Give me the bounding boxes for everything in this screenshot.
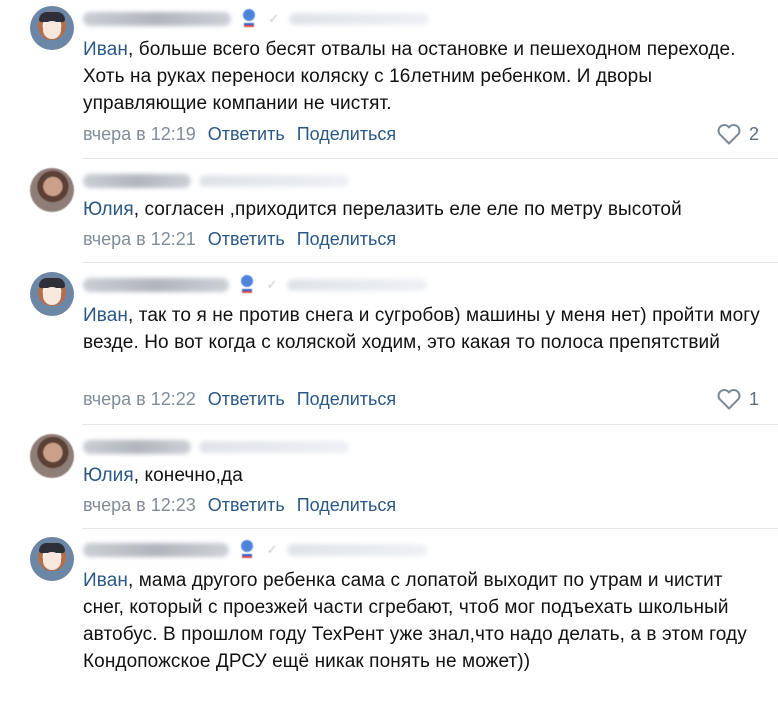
comment-body: , так то я не против снега и сугробов) м… — [83, 305, 760, 353]
comment-date[interactable]: вчера в 12:22 — [83, 388, 196, 410]
avatar[interactable] — [30, 272, 74, 316]
avatar[interactable] — [30, 537, 74, 581]
comment-body: , конечно,да — [133, 465, 243, 486]
heart-icon — [717, 123, 741, 145]
avatar-face — [43, 552, 61, 570]
flag-icon — [237, 540, 257, 560]
like-button[interactable]: 1 — [717, 388, 759, 410]
divider — [82, 262, 778, 263]
reply-button[interactable]: Ответить — [208, 228, 285, 250]
author-name-redacted[interactable] — [83, 174, 191, 188]
like-count: 2 — [748, 124, 759, 144]
reply-button[interactable]: Ответить — [208, 494, 285, 516]
mention-link[interactable]: Юлия — [83, 465, 134, 486]
comment: ✓ Иван, так то я не против снега и сугро… — [0, 264, 778, 424]
share-button[interactable]: Поделиться — [297, 123, 396, 145]
reply-target-redacted[interactable] — [199, 175, 349, 187]
reply-target-redacted[interactable] — [289, 13, 429, 25]
comment-text: Иван, так то я не против снега и сугробо… — [83, 302, 763, 356]
comment-text: Юлия, согласен ,приходится перелазить ел… — [83, 196, 763, 223]
comment-meta: вчера в 12:22 Ответить Поделиться — [83, 388, 396, 410]
mention-link[interactable]: Юлия — [83, 199, 134, 220]
avatar[interactable] — [30, 434, 74, 478]
mention-link[interactable]: Иван — [83, 39, 128, 60]
mention-link[interactable]: Иван — [83, 570, 128, 591]
mention-link[interactable]: Иван — [83, 305, 128, 326]
share-button[interactable]: Поделиться — [297, 494, 396, 516]
check-icon: ✓ — [268, 11, 280, 26]
comment-meta: вчера в 12:21 Ответить Поделиться — [83, 228, 396, 250]
divider — [82, 528, 778, 529]
comment-body: , больше всего бесят отвалы на остановке… — [83, 39, 736, 114]
author-name-redacted[interactable] — [83, 543, 229, 557]
author-name-redacted[interactable] — [83, 278, 229, 292]
comment-text: Юлия, конечно,да — [83, 462, 763, 489]
comment: ✓ Иван, мама другого ребенка сама с лопа… — [0, 530, 778, 709]
comment-header: ✓ — [83, 539, 427, 561]
avatar[interactable] — [30, 6, 74, 50]
heart-icon — [717, 388, 741, 410]
share-button[interactable]: Поделиться — [297, 388, 396, 410]
divider — [82, 158, 778, 159]
avatar-face — [43, 21, 61, 39]
comment-date[interactable]: вчера в 12:23 — [83, 494, 196, 516]
comment: Юлия, согласен ,приходится перелазить ел… — [0, 160, 778, 262]
comment: ✓ Иван, больше всего бесят отвалы на ост… — [0, 0, 778, 158]
comment-header: ✓ — [83, 8, 429, 30]
reply-target-redacted[interactable] — [287, 544, 427, 556]
reply-target-redacted[interactable] — [199, 441, 349, 453]
comment-meta: вчера в 12:23 Ответить Поделиться — [83, 494, 396, 516]
author-name-redacted[interactable] — [83, 12, 231, 26]
comment-text: Иван, больше всего бесят отвалы на остан… — [83, 36, 763, 117]
reply-target-redacted[interactable] — [287, 279, 427, 291]
comment-header — [83, 436, 349, 458]
reply-button[interactable]: Ответить — [208, 123, 285, 145]
comment: Юлия, конечно,да вчера в 12:23 Ответить … — [0, 426, 778, 528]
comment-text: Иван, мама другого ребенка сама с лопато… — [83, 567, 763, 675]
comment-header — [83, 170, 349, 192]
comment-date[interactable]: вчера в 12:21 — [83, 228, 196, 250]
like-button[interactable]: 2 — [717, 123, 759, 145]
author-name-redacted[interactable] — [83, 440, 191, 454]
reply-button[interactable]: Ответить — [208, 388, 285, 410]
comment-date[interactable]: вчера в 12:19 — [83, 123, 196, 145]
flag-icon — [239, 9, 259, 29]
comment-body: , согласен ,приходится перелазить еле ел… — [133, 199, 682, 220]
comment-header: ✓ — [83, 274, 427, 296]
avatar-face — [43, 287, 61, 305]
comment-body: , мама другого ребенка сама с лопатой вы… — [83, 570, 747, 672]
check-icon: ✓ — [266, 277, 278, 292]
share-button[interactable]: Поделиться — [297, 228, 396, 250]
comment-meta: вчера в 12:19 Ответить Поделиться — [83, 123, 396, 145]
flag-icon — [237, 275, 257, 295]
avatar[interactable] — [30, 168, 74, 212]
like-count: 1 — [748, 389, 759, 409]
divider — [82, 424, 778, 425]
check-icon: ✓ — [266, 542, 278, 557]
